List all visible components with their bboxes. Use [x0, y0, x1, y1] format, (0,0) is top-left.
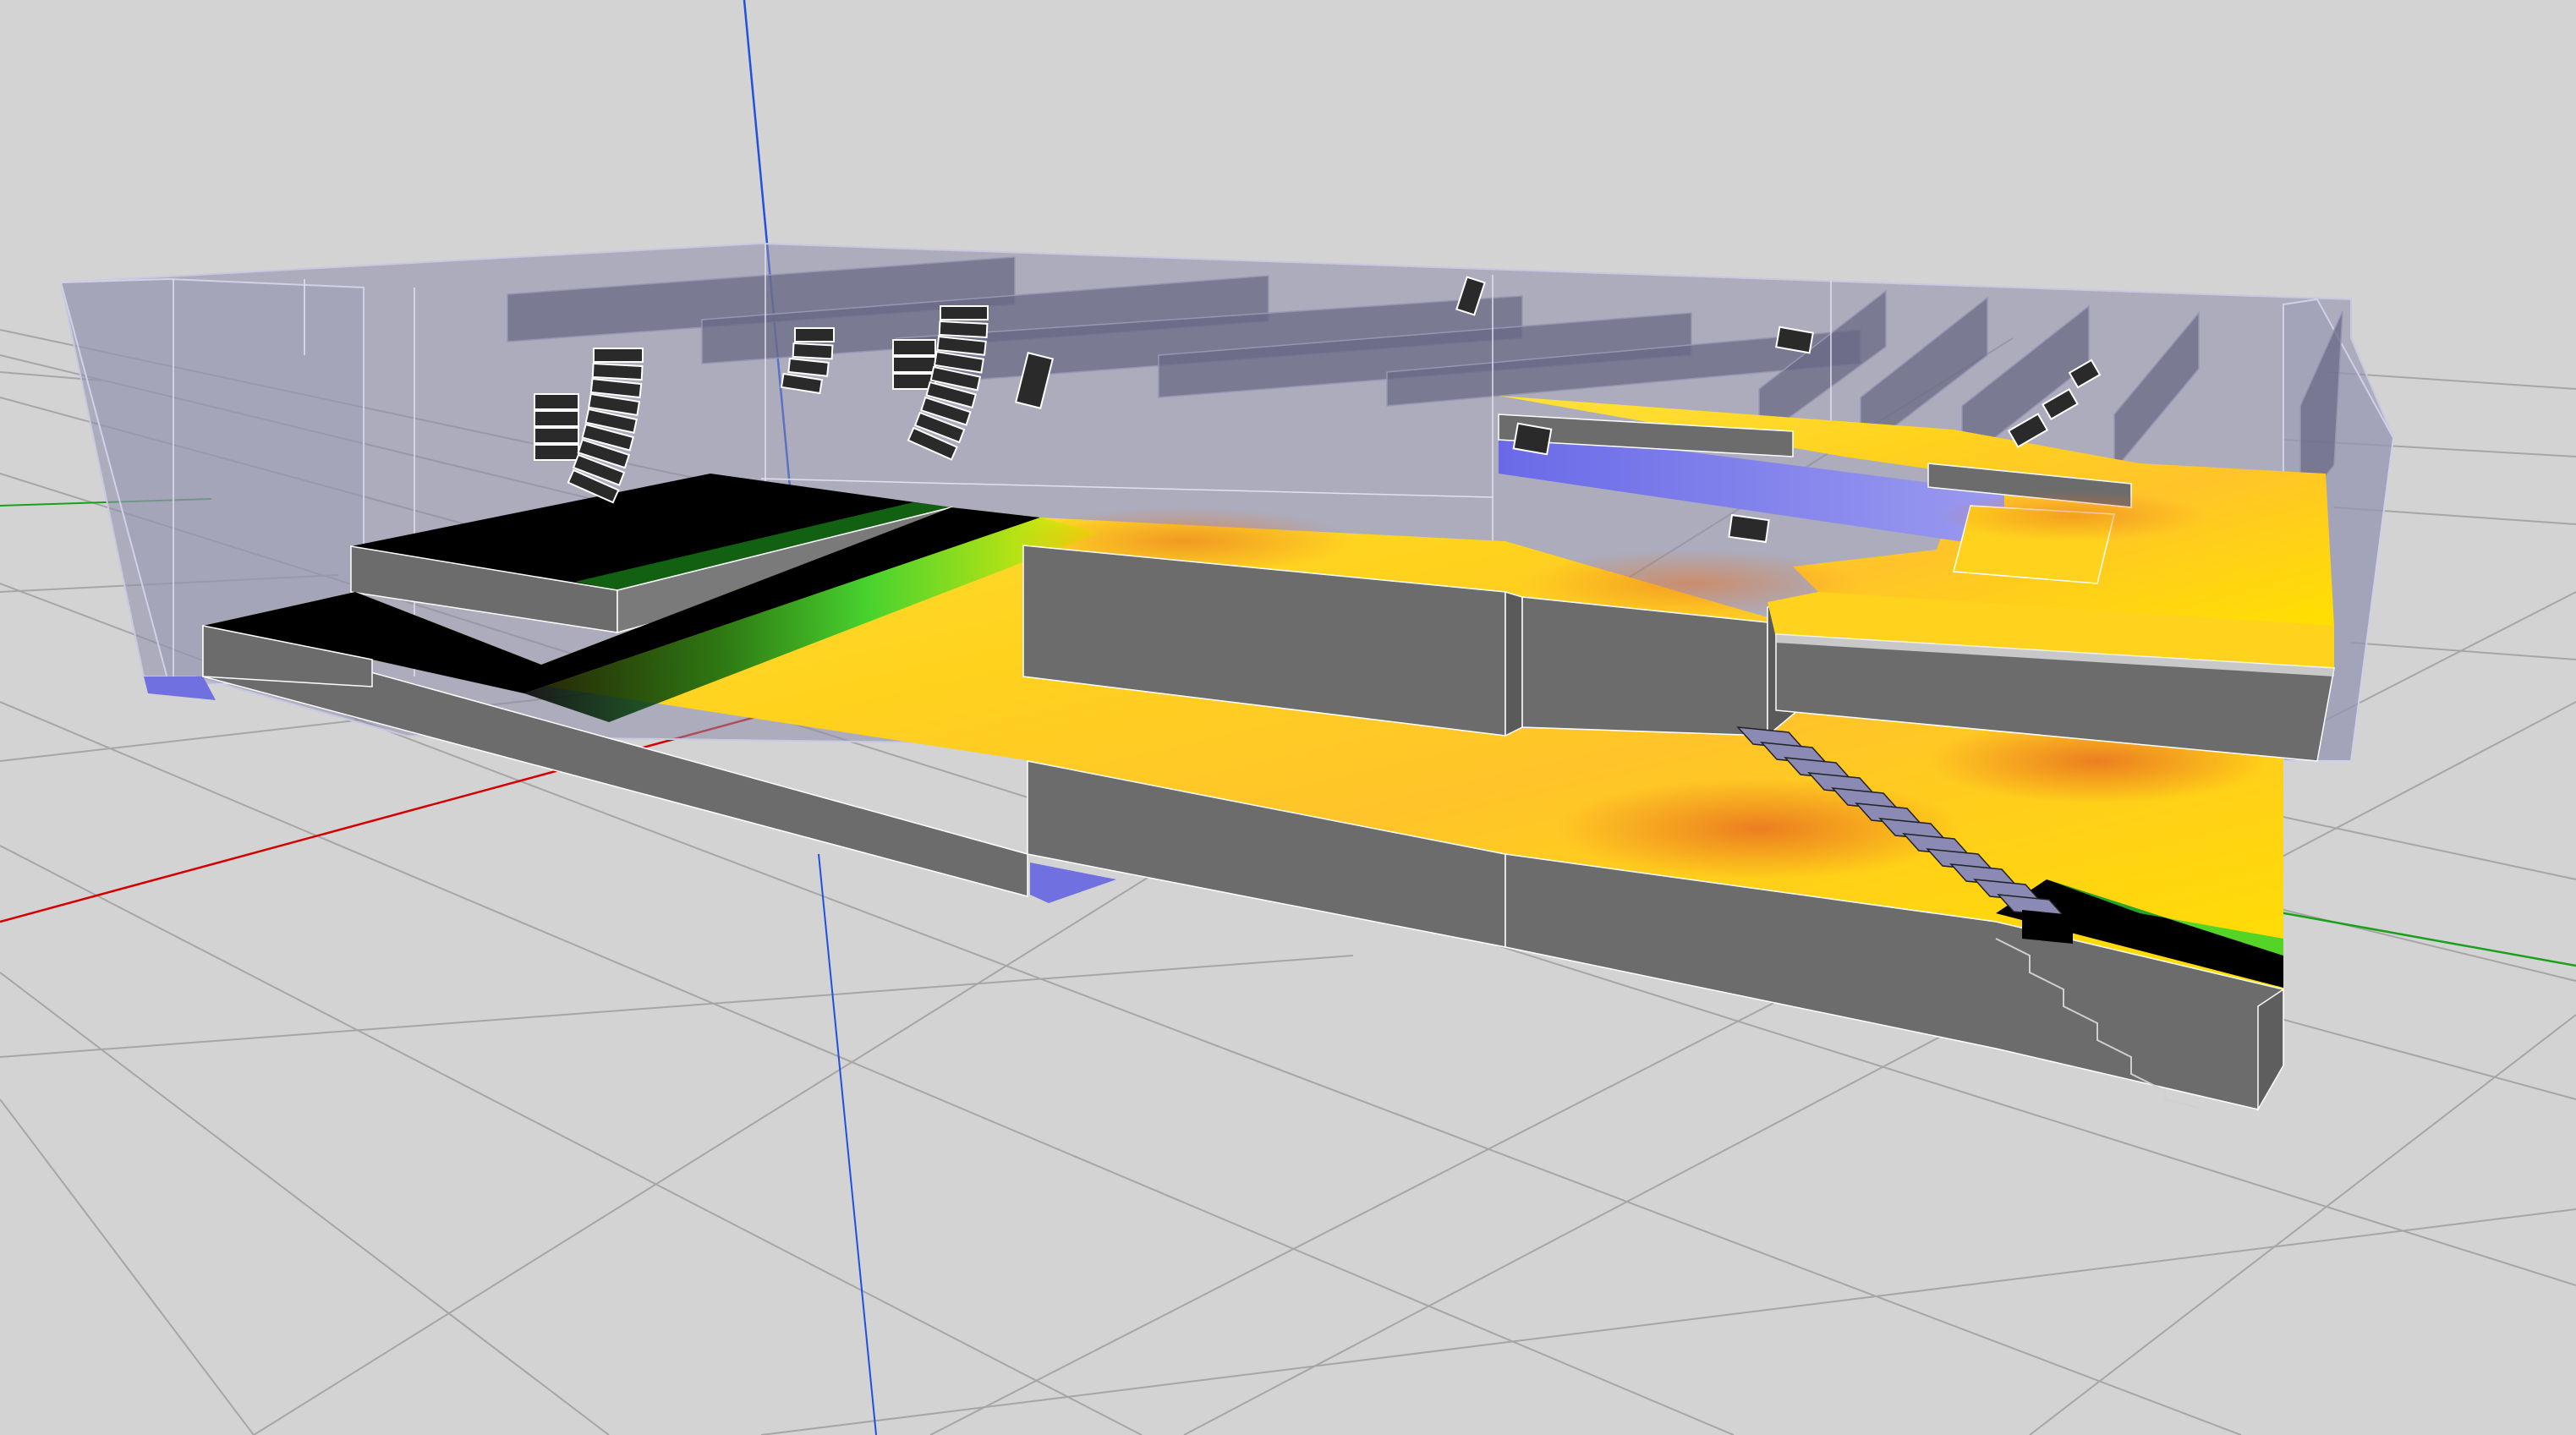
subwoofer-cabinet	[892, 339, 936, 356]
z-axis-line-lower	[818, 853, 877, 1435]
subwoofer-cabinet	[534, 444, 579, 461]
line-array-cabinet	[593, 348, 644, 363]
grid-line	[2350, 642, 2576, 660]
stair-landing	[2022, 910, 2073, 944]
subwoofer-cabinet	[534, 393, 579, 410]
line-array-cabinet	[940, 305, 989, 320]
grid-line	[0, 845, 1143, 1435]
grid-line	[2029, 1014, 2576, 1435]
line-array-cabinet	[787, 357, 830, 377]
line-array-cabinet	[792, 342, 834, 360]
mid-tier-left-side	[1504, 590, 1523, 737]
grid-line	[760, 1208, 2576, 1435]
3d-viewport[interactable]	[0, 0, 2576, 1435]
y-axis-line-right	[2274, 910, 2576, 967]
point-source-speaker[interactable]	[1512, 422, 1553, 456]
subwoofer-cabinet	[892, 356, 936, 373]
grid-line	[0, 1098, 255, 1435]
void-left	[144, 676, 216, 700]
line-array-cabinet	[938, 320, 989, 338]
subwoofer-cabinet	[534, 410, 579, 427]
subwoofer-cabinet	[534, 427, 579, 444]
subwoofer-stack[interactable]	[534, 393, 579, 461]
grid-line	[0, 972, 610, 1435]
line-array-cabinet	[794, 327, 835, 342]
front-right-endcap	[2257, 988, 2284, 1112]
point-source-speaker[interactable]	[1728, 513, 1770, 544]
grid-line	[0, 955, 1354, 1058]
line-array-cabinet	[591, 362, 644, 381]
subwoofer-stack[interactable]	[892, 339, 936, 390]
